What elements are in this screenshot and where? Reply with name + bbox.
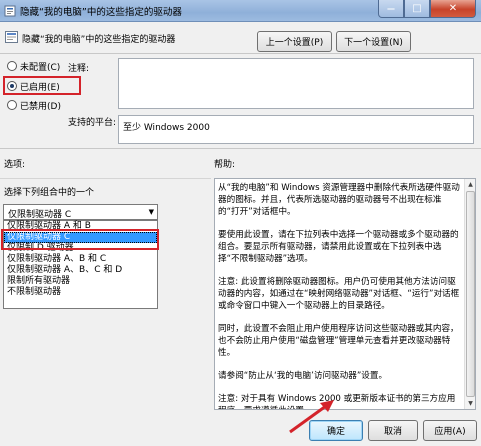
cancel-button[interactable]: 取消	[368, 420, 418, 441]
maximize-icon: □	[412, 3, 422, 14]
radio-not-configured[interactable]: 未配置(C)	[7, 60, 61, 73]
drive-restriction-select[interactable]: 仅限制驱动器 C ▼	[3, 204, 158, 220]
help-paragraph: 请参阅“防止从‘我的电脑’访问驱动器”设置。	[218, 371, 388, 381]
help-pane: 从“我的电脑”和 Windows 资源管理器中删除代表所选硬件驱动器的图标。并且…	[214, 178, 476, 410]
scroll-down-icon[interactable]: ▼	[465, 398, 475, 409]
help-paragraph: 同时，此设置不会阻止用户使用程序访问这些驱动器或其内容，也不会防止用户使用“磁盘…	[218, 324, 459, 358]
options-pane: 选择下列组合中的一个 仅限制驱动器 C ▼ 仅限制驱动器 A 和 B 仅限制驱动…	[0, 178, 211, 410]
annotation-highlight-option	[1, 229, 159, 250]
annotation-arrow-icon	[289, 400, 334, 434]
divider	[0, 53, 481, 54]
dropdown-option[interactable]: 仅限制驱动器 A、B 和 C	[4, 254, 157, 265]
policy-icon	[4, 5, 16, 17]
supported-platform-label: 支持的平台:	[68, 118, 117, 128]
divider	[0, 148, 481, 149]
radio-label: 已禁用(D)	[20, 101, 61, 112]
setting-icon	[5, 31, 18, 43]
minimize-button[interactable]: —	[378, 0, 404, 18]
dropdown-option[interactable]: 限制所有驱动器	[4, 276, 157, 287]
window-title: 隐藏“我的电脑”中的这些指定的驱动器	[20, 7, 182, 18]
close-button[interactable]: ✕	[430, 0, 476, 18]
radio-label: 未配置(C)	[20, 62, 61, 73]
comment-label: 注释:	[68, 64, 90, 74]
chevron-down-icon: ▼	[148, 208, 154, 216]
setting-title: 隐藏“我的电脑”中的这些指定的驱动器	[22, 35, 176, 45]
supported-platform-value: 至少 Windows 2000	[118, 115, 474, 144]
help-paragraph: 要使用此设置，请在下拉列表中选择一个驱动器或多个驱动器的组合。要显示所有驱动器，…	[218, 230, 459, 264]
minimize-icon: —	[387, 4, 395, 13]
help-paragraph: 注意: 此设置将删除驱动器图标。用户仍可使用其他方法访问驱动器的内容，如通过在“…	[218, 277, 460, 311]
maximize-button[interactable]: □	[404, 0, 430, 18]
help-scrollbar[interactable]: ▲ ▼	[464, 179, 475, 409]
comment-textarea[interactable]	[118, 58, 474, 109]
help-paragraph: 从“我的电脑”和 Windows 资源管理器中删除代表所选硬件驱动器的图标。并且…	[218, 183, 460, 217]
radio-button-icon	[7, 61, 17, 71]
apply-button[interactable]: 应用(A)	[423, 420, 477, 441]
help-text: 从“我的电脑”和 Windows 资源管理器中删除代表所选硬件驱动器的图标。并且…	[218, 182, 462, 409]
dropdown-option[interactable]: 仅限制驱动器 A、B、C 和 D	[4, 265, 157, 276]
next-setting-button[interactable]: 下一个设置(N)	[336, 31, 411, 52]
title-bar: 隐藏“我的电脑”中的这些指定的驱动器 — □ ✕	[0, 0, 481, 22]
help-section-label: 帮助:	[214, 160, 236, 170]
options-caption: 选择下列组合中的一个	[4, 188, 95, 198]
close-icon: ✕	[448, 3, 458, 14]
radio-disabled[interactable]: 已禁用(D)	[7, 99, 61, 112]
dropdown-option[interactable]: 不限制驱动器	[4, 287, 157, 298]
select-value: 仅限制驱动器 C	[8, 210, 72, 220]
annotation-highlight-enabled	[3, 76, 81, 95]
scroll-thumb[interactable]	[466, 191, 475, 397]
scroll-up-icon[interactable]: ▲	[465, 179, 475, 190]
radio-button-icon	[7, 100, 17, 110]
options-section-label: 选项:	[4, 160, 26, 170]
previous-setting-button[interactable]: 上一个设置(P)	[257, 31, 332, 52]
